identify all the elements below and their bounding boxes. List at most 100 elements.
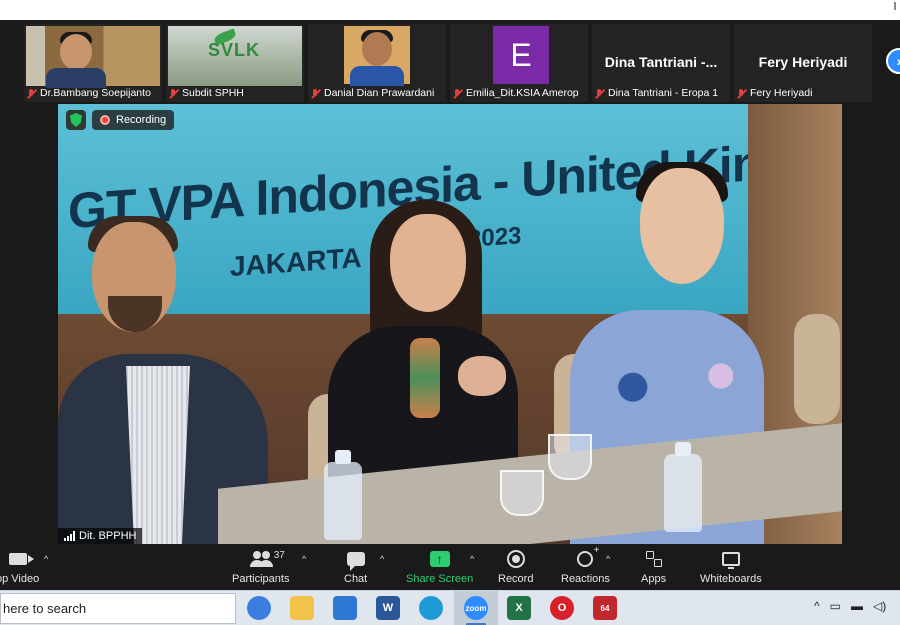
word-letter: W [382,602,394,614]
drinking-glass [548,434,592,480]
participant-thumb[interactable]: Danial Dian Prawardani [308,24,446,102]
participants-button[interactable]: 37 Participants [232,548,289,585]
mail-icon[interactable] [333,596,357,620]
participant-name: Dina Tantriani - Eropa 1 [608,87,719,99]
reactions-button[interactable]: Reactions [561,545,610,585]
participant-avatar: E [493,26,549,84]
search-placeholder: here to search [3,601,87,616]
person-face [390,214,466,312]
share-screen-button[interactable]: ↑ Share Screen [406,548,473,585]
bottle-cap [675,442,691,456]
muted-mic-icon [26,88,37,99]
muted-mic-icon [736,88,747,99]
whiteboards-button[interactable]: Whiteboards [700,548,762,585]
stop-video-button[interactable]: op Video [0,548,39,585]
chat-label: Chat [344,573,368,585]
chat-options-caret-icon[interactable]: ^ [380,554,384,564]
reactions-icon-wrap [577,545,599,570]
app-64-icon[interactable]: 64 [593,596,617,620]
muted-mic-icon [310,88,321,99]
reactions-label: Reactions [561,573,610,585]
participant-thumb[interactable]: Dina Tantriani -... Dina Tantriani - Ero… [592,24,730,102]
participant-thumb[interactable]: SVLK Subdit SPHH [166,24,304,102]
record-button[interactable]: Record [498,548,533,585]
participant-name: Emilia_Dit.KSIA Amerop [466,87,579,99]
main-speaker-video[interactable]: GT VPA Indonesia - United Kingd JAKARTA … [58,104,842,544]
opera-icon[interactable]: O [550,596,574,620]
participant-name: Dr.Bambang Soepijanto [40,87,151,99]
recording-indicator[interactable]: Recording [92,110,175,130]
word-icon[interactable]: W [376,596,400,620]
share-screen-label: Share Screen [406,573,474,585]
participant-video [26,26,160,88]
whiteboard-icon [721,552,740,569]
file-explorer-icon[interactable] [290,596,314,620]
next-page-button[interactable]: › [886,48,900,74]
participants-icon [249,551,272,567]
participants-options-caret-icon[interactable]: ^ [302,554,306,564]
network-icon[interactable]: ▭ [830,599,841,613]
participant-name-row: Emilia_Dit.KSIA Amerop [452,86,579,100]
taskbar-search-input[interactable]: here to search [0,593,236,624]
participant-shirt [350,66,404,86]
participant-thumb[interactable]: Fery Heriyadi Fery Heriyadi [734,24,872,102]
security-shield-icon[interactable] [66,110,86,130]
participant-name-row: Danial Dian Prawardani [310,86,434,100]
share-options-caret-icon[interactable]: ^ [470,554,474,564]
apps-icon [645,551,662,567]
participants-label: Participants [232,573,290,585]
bottle-cap [335,450,351,464]
person-hand [458,356,506,396]
muted-mic-icon [594,88,605,99]
whiteboards-label: Whiteboards [700,573,762,585]
reactions-options-caret-icon[interactable]: ^ [606,554,610,564]
app-64-label: 64 [600,603,610,613]
participant-video [344,26,410,86]
record-dot-icon [100,115,110,125]
chat-icon-wrap [346,548,365,571]
person-scarf [410,338,440,418]
participant-face [60,34,92,70]
opera-letter: O [557,602,567,614]
participant-name-row: Dr.Bambang Soepijanto [26,86,151,100]
participants-icon-wrap: 37 [249,548,285,570]
recording-label: Recording [116,114,167,126]
zoom-icon[interactable]: zoom [464,596,488,620]
participant-name-row: Dina Tantriani - Eropa 1 [594,86,718,100]
participant-name: Fery Heriyadi [750,87,813,99]
apps-icon-wrap [645,548,662,570]
edge-icon[interactable] [419,596,443,620]
apps-button[interactable]: Apps [641,548,666,585]
participant-display-name: Fery Heriyadi [758,54,848,70]
record-icon [506,550,525,568]
record-label: Record [498,573,534,585]
participant-name-row: Subdit SPHH [168,86,244,100]
corner-mark [894,2,896,10]
video-icon-wrap [8,548,34,570]
apps-label: Apps [641,573,667,585]
water-bottle [324,450,362,540]
chat-button[interactable]: Chat [344,548,367,585]
active-speaker-label: Dit. BPPHH [58,528,143,544]
volume-icon[interactable]: ◁) [873,599,886,613]
excel-icon[interactable]: X [507,596,531,620]
whiteboards-icon-wrap [721,548,740,570]
water-bottle [664,442,702,532]
muted-mic-icon [168,88,179,99]
signal-strength-icon [64,531,75,541]
svlk-logo: SVLK [208,40,261,60]
shield-icon [70,113,82,127]
battery-icon[interactable]: ▬ [851,599,863,613]
browser-app-icon[interactable] [247,596,271,620]
system-tray: ^ ▭ ▬ ◁) [814,599,886,613]
speaker-name: Dit. BPPHH [79,530,137,542]
participant-thumbnail-strip: Dr.Bambang Soepijanto SVLK Subdit SPHH D… [24,24,872,102]
participant-shirt [46,68,106,88]
banner-place: JAKARTA , [230,240,377,283]
muted-mic-icon [452,88,463,99]
share-icon-wrap: ↑ [429,548,450,570]
participant-thumb[interactable]: Dr.Bambang Soepijanto [24,24,162,102]
chevron-up-icon[interactable]: ^ [814,599,820,613]
video-options-caret-icon[interactable]: ^ [44,554,48,564]
participant-thumb[interactable]: E Emilia_Dit.KSIA Amerop [450,24,588,102]
